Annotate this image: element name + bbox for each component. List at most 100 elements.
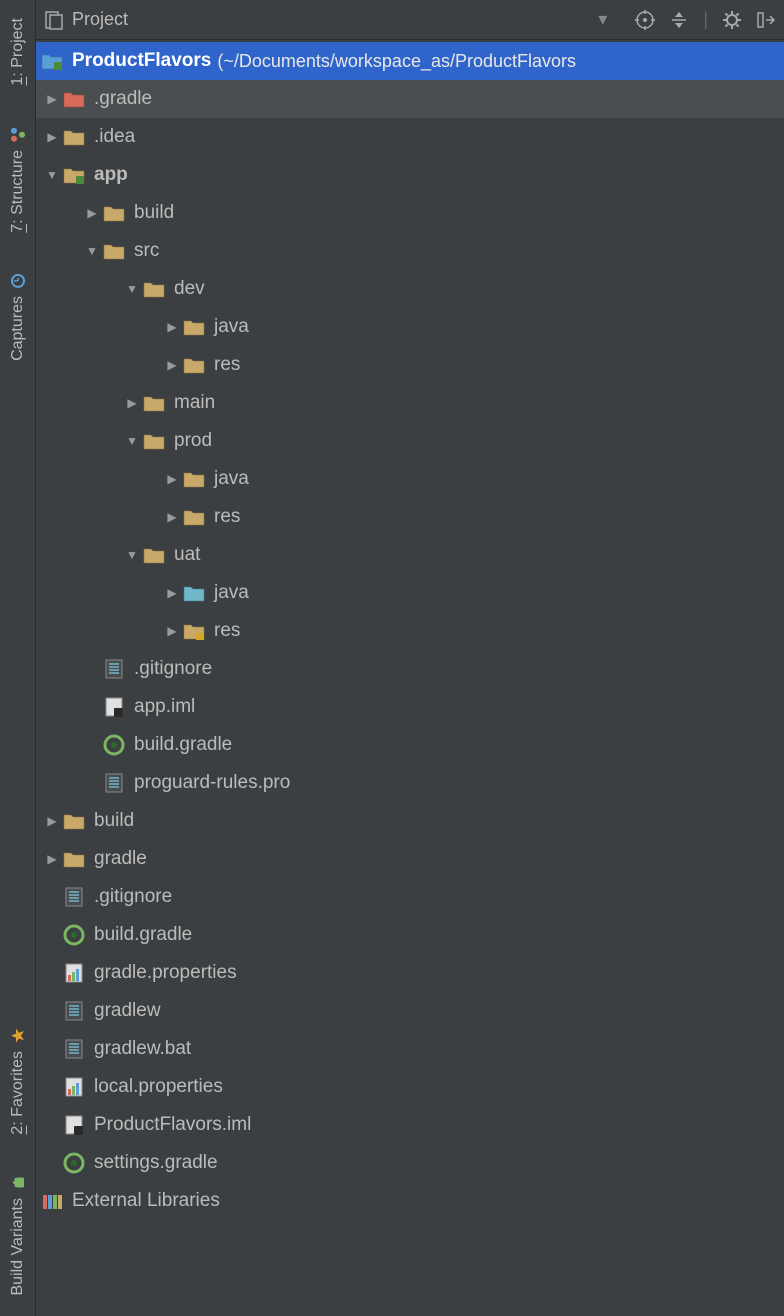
module-root-icon bbox=[40, 51, 64, 71]
hide-panel-icon[interactable] bbox=[756, 10, 776, 30]
item-label: gradlew bbox=[94, 1000, 161, 1022]
item-label: java bbox=[214, 468, 249, 490]
expand-arrow-icon[interactable]: ▶ bbox=[164, 585, 180, 601]
gradle-file-icon bbox=[102, 735, 126, 755]
star-icon bbox=[9, 1027, 27, 1045]
tree-item-gitignore-root[interactable]: .gitignore bbox=[36, 878, 784, 916]
expand-arrow-icon[interactable]: ▶ bbox=[164, 509, 180, 525]
tree-item-gradle-properties[interactable]: gradle.properties bbox=[36, 954, 784, 992]
tree-item-gradle[interactable]: ▶ gradle bbox=[36, 840, 784, 878]
folder-icon bbox=[142, 545, 166, 565]
item-label: gradle.properties bbox=[94, 962, 237, 984]
tree-item-uat-java[interactable]: ▶ java bbox=[36, 574, 784, 612]
tree-item-dev-res[interactable]: ▶ res bbox=[36, 346, 784, 384]
rail-favorites-label: 2: Favorites bbox=[9, 1051, 27, 1135]
root-path: (~/Documents/workspace_as/ProductFlavors bbox=[217, 51, 576, 72]
rail-structure[interactable]: 7: Structure bbox=[5, 116, 31, 243]
tree-item-uat[interactable]: ▼ uat bbox=[36, 536, 784, 574]
expand-arrow-icon[interactable]: ▶ bbox=[164, 471, 180, 487]
collapse-arrow-icon[interactable]: ▼ bbox=[124, 281, 140, 297]
properties-file-icon bbox=[62, 1077, 86, 1097]
collapse-all-icon[interactable] bbox=[669, 10, 689, 30]
folder-icon bbox=[62, 811, 86, 831]
tree-item-gradlew[interactable]: gradlew bbox=[36, 992, 784, 1030]
rail-favorites[interactable]: 2: Favorites bbox=[5, 1017, 31, 1145]
expand-arrow-icon[interactable]: ▶ bbox=[124, 395, 140, 411]
expand-arrow-icon[interactable]: ▶ bbox=[44, 129, 60, 145]
tree-item-product-iml[interactable]: ProductFlavors.iml bbox=[36, 1106, 784, 1144]
expand-arrow-icon[interactable]: ▶ bbox=[84, 205, 100, 221]
tree-item-app-iml[interactable]: app.iml bbox=[36, 688, 784, 726]
folder-icon bbox=[62, 849, 86, 869]
folder-icon bbox=[102, 203, 126, 223]
tree-root[interactable]: ProductFlavors (~/Documents/workspace_as… bbox=[36, 42, 784, 80]
android-icon bbox=[9, 1174, 27, 1192]
collapse-arrow-icon[interactable]: ▼ bbox=[84, 243, 100, 259]
tree-item-build-gradle-app[interactable]: build.gradle bbox=[36, 726, 784, 764]
text-file-icon bbox=[62, 887, 86, 907]
tree-item-external-libraries[interactable]: External Libraries bbox=[36, 1182, 784, 1220]
tree-item-dev-java[interactable]: ▶ java bbox=[36, 308, 784, 346]
scroll-from-source-icon[interactable] bbox=[635, 10, 655, 30]
module-folder-icon bbox=[62, 165, 86, 185]
tree-item-gitignore-app[interactable]: .gitignore bbox=[36, 650, 784, 688]
expand-arrow-icon[interactable]: ▶ bbox=[164, 319, 180, 335]
item-label: res bbox=[214, 354, 240, 376]
item-label: local.properties bbox=[94, 1076, 223, 1098]
source-folder-icon bbox=[182, 583, 206, 603]
expand-arrow-icon[interactable]: ▶ bbox=[164, 357, 180, 373]
settings-gear-icon[interactable] bbox=[722, 10, 742, 30]
tree-item-dev[interactable]: ▼ dev bbox=[36, 270, 784, 308]
rail-project[interactable]: 1: Project bbox=[5, 8, 31, 96]
item-label: gradle bbox=[94, 848, 147, 870]
tree-item-prod-res[interactable]: ▶ res bbox=[36, 498, 784, 536]
tree-item-idea[interactable]: ▶ .idea bbox=[36, 118, 784, 156]
rail-project-label: 1: Project bbox=[9, 18, 27, 86]
tree-item-settings-gradle[interactable]: settings.gradle bbox=[36, 1144, 784, 1182]
item-label: prod bbox=[174, 430, 212, 452]
tree-item-gradle-cache[interactable]: ▶ .gradle bbox=[36, 80, 784, 118]
rail-build-variants-label: Build Variants bbox=[9, 1198, 27, 1296]
left-tool-rail: 1: Project 7: Structure Captures 2: Favo… bbox=[0, 0, 36, 1316]
tree-item-prod-java[interactable]: ▶ java bbox=[36, 460, 784, 498]
rail-captures[interactable]: Captures bbox=[5, 262, 31, 371]
libraries-icon bbox=[40, 1191, 64, 1211]
tree-item-prod[interactable]: ▼ prod bbox=[36, 422, 784, 460]
item-label: uat bbox=[174, 544, 200, 566]
expand-arrow-icon[interactable]: ▶ bbox=[44, 813, 60, 829]
item-label: settings.gradle bbox=[94, 1152, 218, 1174]
tree-item-gradlew-bat[interactable]: gradlew.bat bbox=[36, 1030, 784, 1068]
collapse-arrow-icon[interactable]: ▼ bbox=[124, 547, 140, 563]
tree-item-build[interactable]: ▶ build bbox=[36, 802, 784, 840]
tree-item-app[interactable]: ▼ app bbox=[36, 156, 784, 194]
item-label: build bbox=[134, 202, 174, 224]
item-label: gradlew.bat bbox=[94, 1038, 191, 1060]
item-label: src bbox=[134, 240, 159, 262]
tree-item-app-build[interactable]: ▶ build bbox=[36, 194, 784, 232]
captures-icon bbox=[9, 272, 27, 290]
view-dropdown-arrow[interactable]: ▾ bbox=[598, 9, 607, 30]
rail-build-variants[interactable]: Build Variants bbox=[5, 1164, 31, 1306]
tree-item-local-properties[interactable]: local.properties bbox=[36, 1068, 784, 1106]
item-label: java bbox=[214, 582, 249, 604]
expand-arrow-icon[interactable]: ▶ bbox=[44, 851, 60, 867]
text-file-icon bbox=[62, 1039, 86, 1059]
folder-icon bbox=[182, 507, 206, 527]
item-label: dev bbox=[174, 278, 205, 300]
expand-arrow-icon[interactable]: ▶ bbox=[164, 623, 180, 639]
gradle-file-icon bbox=[62, 925, 86, 945]
tree-item-uat-res[interactable]: ▶ res bbox=[36, 612, 784, 650]
tree-item-src[interactable]: ▼ src bbox=[36, 232, 784, 270]
collapse-arrow-icon[interactable]: ▼ bbox=[124, 433, 140, 449]
item-label: build.gradle bbox=[134, 734, 232, 756]
tree-item-main[interactable]: ▶ main bbox=[36, 384, 784, 422]
project-tree[interactable]: ProductFlavors (~/Documents/workspace_as… bbox=[36, 40, 784, 1316]
tree-item-proguard[interactable]: proguard-rules.pro bbox=[36, 764, 784, 802]
text-file-icon bbox=[102, 659, 126, 679]
collapse-arrow-icon[interactable]: ▼ bbox=[44, 167, 60, 183]
tree-item-build-gradle-root[interactable]: build.gradle bbox=[36, 916, 784, 954]
item-label: build bbox=[94, 810, 134, 832]
expand-arrow-icon[interactable]: ▶ bbox=[44, 91, 60, 107]
iml-file-icon bbox=[102, 697, 126, 717]
folder-icon bbox=[182, 317, 206, 337]
